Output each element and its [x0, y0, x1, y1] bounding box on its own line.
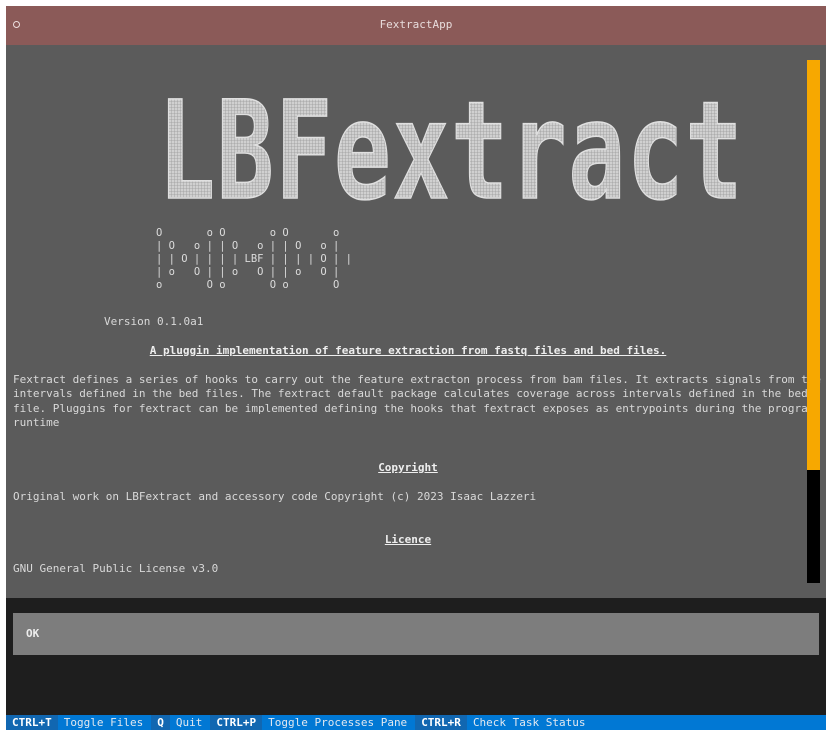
footer-keybindings: CTRL+T Toggle Files Q Quit CTRL+P Toggle Proc…	[6, 715, 826, 730]
vertical-scrollbar[interactable]	[807, 60, 820, 583]
ok-button[interactable]: OK	[13, 613, 819, 655]
description-line: runtime	[13, 416, 60, 429]
description-line: file. Pluggins for fextract can be imple…	[13, 402, 815, 415]
footer-key-toggle-processes[interactable]: CTRL+P	[210, 715, 263, 730]
ascii-art-diagram: O o O o O o | O o | | O o | | O o | | | …	[156, 227, 352, 291]
footer-label-quit[interactable]: Quit	[170, 715, 211, 730]
footer-label-toggle-processes[interactable]: Toggle Processes Pane	[262, 715, 415, 730]
lbfextract-banner-logo: LBFextract	[157, 80, 744, 215]
svg-text:LBFextract: LBFextract	[158, 80, 744, 215]
window-title: FextractApp	[379, 18, 453, 31]
footer-key-quit[interactable]: Q	[151, 715, 170, 730]
app-window: FextractApp LBFextract O o O o O o | O o…	[6, 6, 826, 730]
copyright-text: Original work on LBFextract and accessor…	[13, 490, 537, 503]
about-panel[interactable]: LBFextract O o O o O o | O o | | O o | |…	[6, 45, 826, 598]
version-text: Version 0.1.0a1	[104, 315, 204, 328]
licence-heading: Licence	[384, 533, 432, 546]
description-line: Fextract defines a series of hooks to ca…	[13, 373, 821, 386]
licence-text: GNU General Public License v3.0	[13, 562, 219, 575]
title-bar: FextractApp	[6, 6, 826, 45]
footer-label-toggle-files[interactable]: Toggle Files	[58, 715, 151, 730]
scrollbar-thumb[interactable]	[807, 60, 820, 470]
ok-button-label: OK	[26, 627, 40, 640]
description-heading: A pluggin implementation of feature extr…	[149, 344, 667, 357]
footer-label-check-task-status[interactable]: Check Task Status	[467, 715, 594, 730]
description-line: intervals defined in the bed files. The …	[13, 387, 808, 400]
footer-key-toggle-files[interactable]: CTRL+T	[6, 715, 58, 730]
copyright-heading: Copyright	[378, 461, 438, 474]
footer-key-check-task-status[interactable]: CTRL+R	[415, 715, 467, 730]
